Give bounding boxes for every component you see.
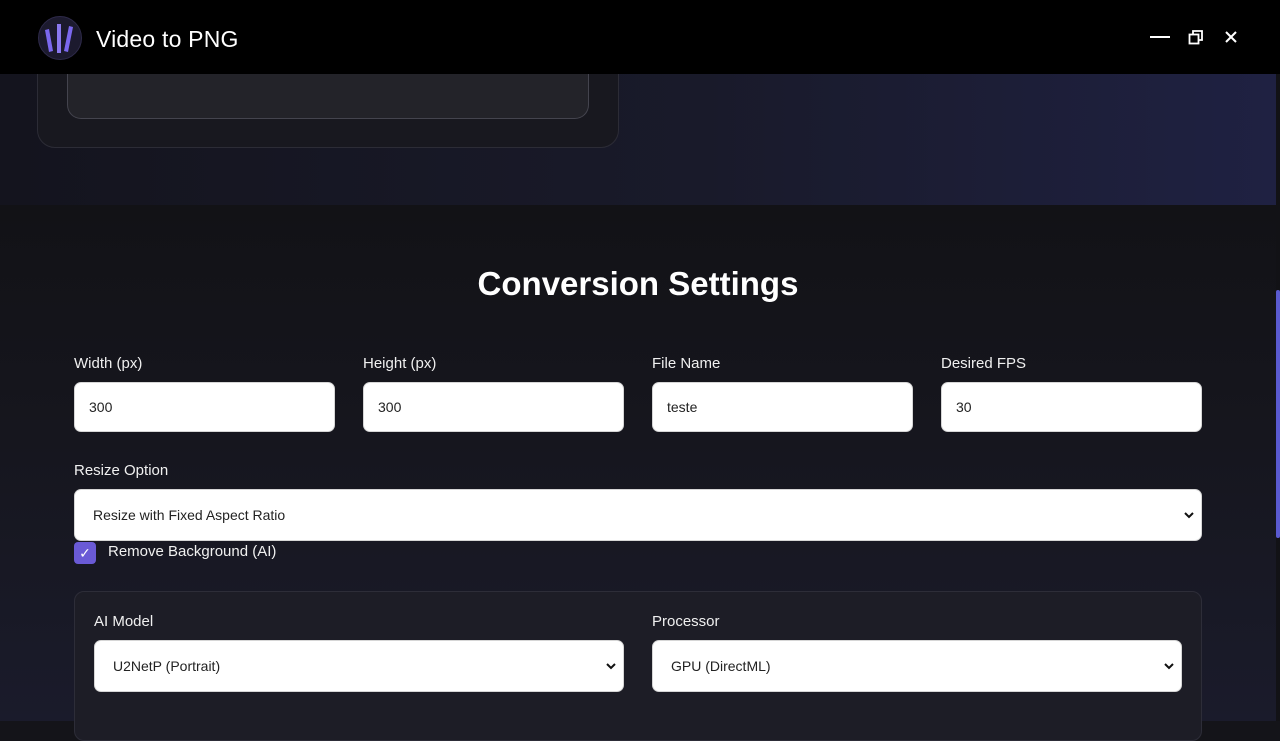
processor-value: GPU (DirectML) (671, 658, 771, 674)
close-icon (1225, 31, 1237, 43)
restore-button[interactable] (1181, 22, 1211, 52)
width-label: Width (px) (74, 355, 143, 372)
restore-icon (1188, 30, 1203, 45)
fps-input[interactable] (941, 382, 1202, 432)
check-icon: ✓ (79, 544, 91, 561)
ai-model-select[interactable]: U2NetP (Portrait) (94, 640, 624, 692)
title-bar: Video to PNG (0, 0, 1280, 74)
chevron-down-icon (606, 663, 616, 670)
conversion-settings-section: Conversion Settings Width (px) Height (p… (0, 205, 1276, 741)
width-input[interactable] (74, 382, 335, 432)
chevron-down-icon (1184, 512, 1194, 519)
processor-label: Processor (652, 613, 720, 630)
scrollbar-thumb[interactable] (1276, 290, 1280, 538)
file-name-input[interactable] (652, 382, 913, 432)
remove-background-checkbox[interactable]: ✓ (74, 542, 96, 564)
app-title: Video to PNG (96, 26, 239, 52)
section-title: Conversion Settings (477, 265, 799, 302)
file-name-label: File Name (652, 355, 721, 372)
resize-option-select[interactable]: Resize with Fixed Aspect Ratio (74, 489, 1202, 541)
app-logo-icon (38, 16, 82, 60)
close-button[interactable] (1216, 22, 1246, 52)
ai-model-label: AI Model (94, 613, 154, 630)
resize-option-label: Resize Option (74, 462, 169, 479)
remove-background-label[interactable]: Remove Background (AI) (108, 543, 276, 560)
ai-model-value: U2NetP (Portrait) (113, 658, 221, 674)
video-section (0, 44, 1276, 205)
ai-options-panel: AI Model U2NetP (Portrait) Processor GPU… (74, 591, 1202, 741)
resize-option-value: Resize with Fixed Aspect Ratio (93, 507, 286, 523)
height-input[interactable] (363, 382, 624, 432)
fps-label: Desired FPS (941, 355, 1027, 372)
chevron-down-icon (1164, 663, 1174, 670)
minimize-button[interactable] (1145, 22, 1175, 52)
minimize-icon (1150, 36, 1170, 38)
height-label: Height (px) (363, 355, 437, 372)
processor-select[interactable]: GPU (DirectML) (652, 640, 1182, 692)
